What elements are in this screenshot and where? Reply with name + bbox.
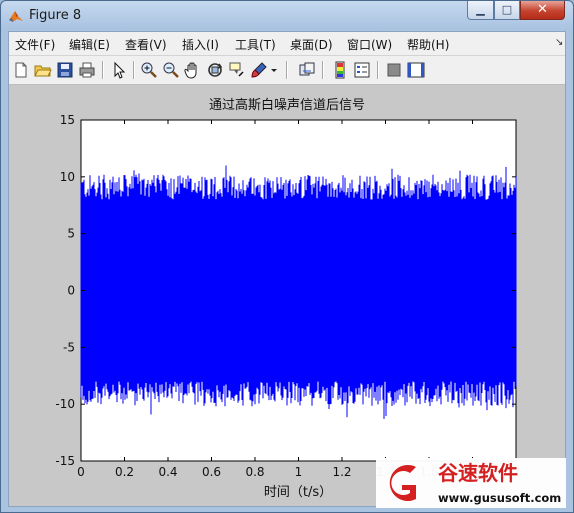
x-tick-label: 0.6 <box>202 465 221 479</box>
chart-title: 通过高斯白噪声信道后信号 <box>208 98 365 113</box>
figure-toolbar <box>9 56 565 85</box>
brush-dropdown-icon[interactable] <box>269 60 279 80</box>
figure-window: Figure 8 ▁ □ ✕ 文件(F) 编辑(E) 查看(V) 插入(I) 工… <box>0 0 574 513</box>
window-title: Figure 8 <box>29 8 82 23</box>
y-tick-label: 10 <box>60 170 75 184</box>
menu-view[interactable]: 查看(V) <box>125 36 167 53</box>
link-plot-icon[interactable] <box>297 60 317 80</box>
data-cursor-icon[interactable] <box>227 60 247 80</box>
figure-client-area: 文件(F) 编辑(E) 查看(V) 插入(I) 工具(T) 桌面(D) 窗口(W… <box>8 31 566 508</box>
rotate-3d-icon[interactable] <box>205 60 225 80</box>
menu-tools[interactable]: 工具(T) <box>235 36 276 53</box>
hide-plot-tools-icon[interactable] <box>384 60 404 80</box>
y-tick-label: -15 <box>55 454 75 468</box>
y-tick-label: -5 <box>63 340 75 354</box>
pointer-icon[interactable] <box>109 60 129 80</box>
x-tick-label: 0 <box>77 465 85 479</box>
menu-edit[interactable]: 编辑(E) <box>69 36 110 53</box>
plot-axes[interactable]: 0 0.2 0.4 0.6 0.8 1 1.2 1.4 1.6 1.8 2151050-5-10-1… <box>9 112 565 507</box>
x-tick-label: 1.2 <box>332 465 351 479</box>
close-button[interactable]: ✕ <box>520 1 565 20</box>
menu-dock-arrow-icon[interactable]: ↘ <box>555 37 563 48</box>
menu-insert[interactable]: 插入(I) <box>182 36 219 53</box>
x-axis-label: 时间（t/s） <box>264 485 332 500</box>
watermark-url: www.gususoft.com <box>438 491 561 505</box>
menu-help[interactable]: 帮助(H) <box>407 36 449 53</box>
legend-icon[interactable] <box>352 60 372 80</box>
matlab-logo-icon <box>9 11 23 22</box>
y-tick-label: 15 <box>60 113 75 127</box>
gususoft-logo-icon <box>389 465 416 501</box>
zoom-in-icon[interactable] <box>139 60 159 80</box>
x-tick-label: 1 <box>295 465 303 479</box>
x-tick-label: 0.4 <box>158 465 177 479</box>
title-bar[interactable]: Figure 8 ▁ □ ✕ <box>1 1 573 31</box>
y-tick-label: -10 <box>55 397 75 411</box>
signal-series-line <box>80 165 517 419</box>
open-folder-icon[interactable] <box>33 60 53 80</box>
x-tick-label: 0.2 <box>115 465 134 479</box>
show-plot-tools-icon[interactable] <box>406 60 426 80</box>
colorbar-icon[interactable] <box>330 60 350 80</box>
brush-icon[interactable] <box>249 60 269 80</box>
y-tick-label: 0 <box>67 284 75 298</box>
menu-window[interactable]: 窗口(W) <box>347 36 392 53</box>
gususoft-watermark: 谷速软件 www.gususoft.com <box>376 458 566 508</box>
menu-desktop[interactable]: 桌面(D) <box>290 36 333 53</box>
menu-bar: 文件(F) 编辑(E) 查看(V) 插入(I) 工具(T) 桌面(D) 窗口(W… <box>9 32 565 56</box>
menu-file[interactable]: 文件(F) <box>15 36 55 53</box>
new-figure-icon[interactable] <box>11 60 31 80</box>
y-tick-label: 5 <box>67 227 75 241</box>
save-icon[interactable] <box>55 60 75 80</box>
pan-hand-icon[interactable] <box>183 60 203 80</box>
watermark-brand: 谷速软件 <box>438 461 518 485</box>
minimize-button[interactable]: ▁ <box>467 1 494 20</box>
x-tick-label: 0.8 <box>245 465 264 479</box>
print-icon[interactable] <box>77 60 97 80</box>
maximize-button[interactable]: □ <box>494 1 520 20</box>
zoom-out-icon[interactable] <box>161 60 181 80</box>
